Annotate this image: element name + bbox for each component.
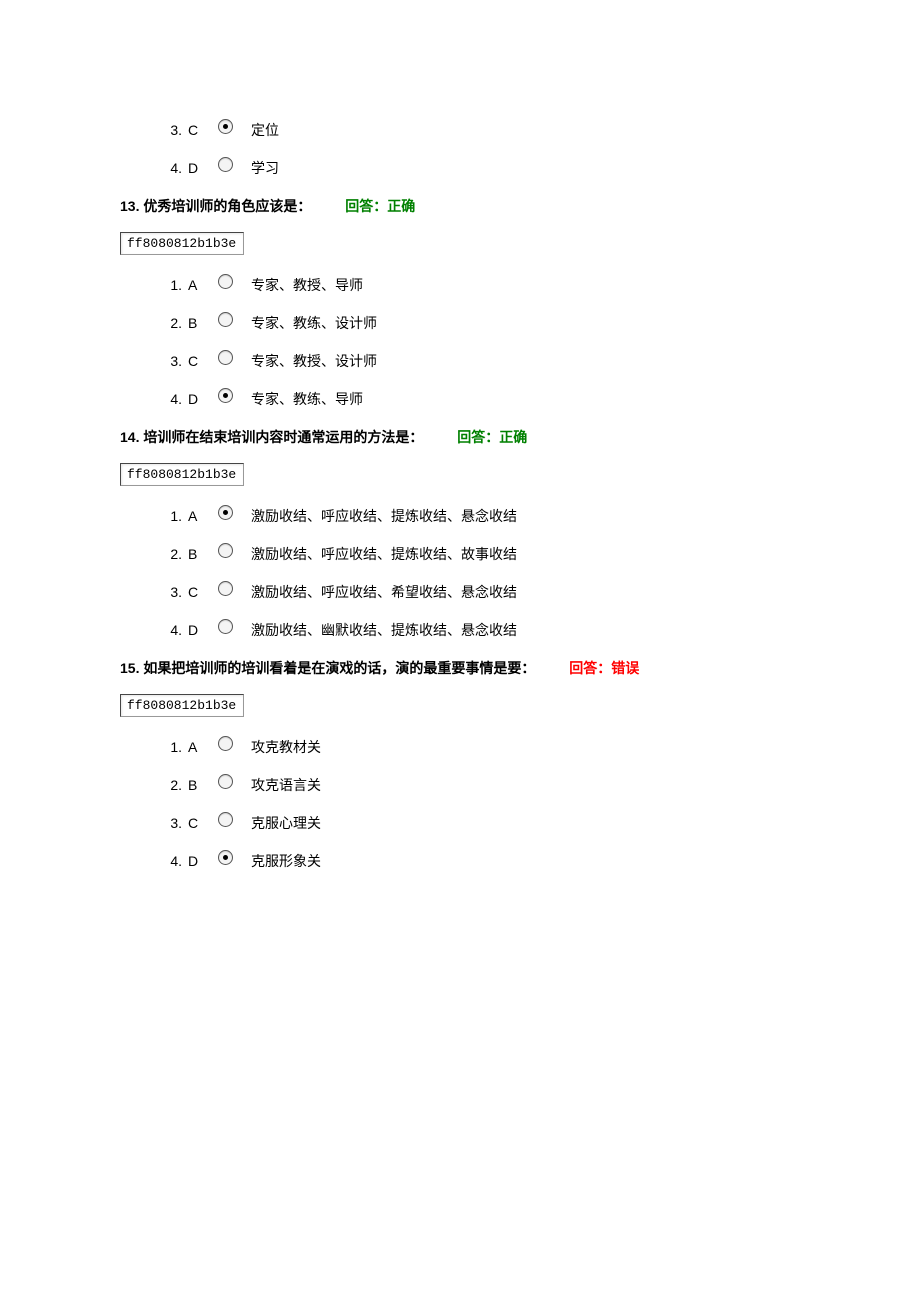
options-container: 1. A 激励收结、呼应收结、提炼收结、悬念收结 2. B 激励收结、呼应收结、… — [0, 506, 920, 640]
option-text: 克服心理关 — [251, 813, 321, 833]
options-container: 1. A 专家、教授、导师 2. B 专家、教练、设计师 3. C 专家、教授、… — [0, 275, 920, 409]
option-row: 1. A 攻克教材关 — [160, 737, 920, 757]
option-text: 定位 — [251, 120, 279, 140]
radio-icon[interactable] — [218, 350, 233, 365]
answer-status: 回答：正确 — [457, 429, 527, 445]
options-container: 1. A 攻克教材关 2. B 攻克语言关 3. C 克服心理关 4. D 克服… — [0, 737, 920, 871]
radio-icon[interactable] — [218, 119, 233, 134]
option-number: 3. — [160, 584, 182, 600]
option-letter: C — [188, 353, 212, 369]
option-letter: A — [188, 277, 212, 293]
option-letter: D — [188, 622, 212, 638]
code-input[interactable]: ff8080812b1b3e — [120, 694, 244, 717]
radio-icon[interactable] — [218, 850, 233, 865]
option-text: 攻克语言关 — [251, 775, 321, 795]
option-number: 2. — [160, 315, 182, 331]
radio-icon[interactable] — [218, 619, 233, 634]
radio-icon[interactable] — [218, 312, 233, 327]
option-row: 1. A 专家、教授、导师 — [160, 275, 920, 295]
question-number: 14. — [120, 429, 139, 445]
option-number: 3. — [160, 353, 182, 369]
option-letter: C — [188, 122, 212, 138]
option-number: 4. — [160, 622, 182, 638]
radio-icon[interactable] — [218, 736, 233, 751]
radio-icon[interactable] — [218, 157, 233, 172]
option-row: 3. C 定位 — [160, 120, 920, 140]
option-letter: A — [188, 508, 212, 524]
option-letter: D — [188, 391, 212, 407]
option-row: 4. D 激励收结、幽默收结、提炼收结、悬念收结 — [160, 620, 920, 640]
option-number: 1. — [160, 277, 182, 293]
option-letter: B — [188, 777, 212, 793]
option-text: 专家、教授、导师 — [251, 275, 363, 295]
option-letter: D — [188, 853, 212, 869]
code-input[interactable]: ff8080812b1b3e — [120, 463, 244, 486]
question-number: 13. — [120, 198, 139, 214]
code-input[interactable]: ff8080812b1b3e — [120, 232, 244, 255]
option-row: 4. D 学习 — [160, 158, 920, 178]
question-title: 13. 优秀培训师的角色应该是： 回答：正确 — [120, 196, 920, 216]
option-number: 4. — [160, 391, 182, 407]
option-text: 激励收结、呼应收结、提炼收结、故事收结 — [251, 544, 517, 564]
option-number: 3. — [160, 122, 182, 138]
option-number: 3. — [160, 815, 182, 831]
option-row: 2. B 激励收结、呼应收结、提炼收结、故事收结 — [160, 544, 920, 564]
answer-status: 回答：正确 — [345, 198, 415, 214]
option-number: 1. — [160, 739, 182, 755]
option-row: 3. C 激励收结、呼应收结、希望收结、悬念收结 — [160, 582, 920, 602]
question-title: 14. 培训师在结束培训内容时通常运用的方法是： 回答：正确 — [120, 427, 920, 447]
answer-status: 回答：错误 — [569, 660, 639, 676]
option-row: 4. D 克服形象关 — [160, 851, 920, 871]
question-text: 如果把培训师的培训看着是在演戏的话，演的最重要事情是要： — [143, 660, 535, 676]
option-text: 激励收结、呼应收结、提炼收结、悬念收结 — [251, 506, 517, 526]
option-number: 2. — [160, 777, 182, 793]
option-letter: C — [188, 584, 212, 600]
option-text: 克服形象关 — [251, 851, 321, 871]
question-number: 15. — [120, 660, 139, 676]
option-number: 4. — [160, 853, 182, 869]
option-number: 1. — [160, 508, 182, 524]
option-number: 2. — [160, 546, 182, 562]
option-letter: B — [188, 315, 212, 331]
option-row: 2. B 专家、教练、设计师 — [160, 313, 920, 333]
option-text: 激励收结、呼应收结、希望收结、悬念收结 — [251, 582, 517, 602]
radio-icon[interactable] — [218, 812, 233, 827]
radio-icon[interactable] — [218, 774, 233, 789]
question-text: 培训师在结束培训内容时通常运用的方法是： — [143, 429, 423, 445]
question-title: 15. 如果把培训师的培训看着是在演戏的话，演的最重要事情是要： 回答：错误 — [120, 658, 920, 678]
question-text: 优秀培训师的角色应该是： — [143, 198, 311, 214]
option-number: 4. — [160, 160, 182, 176]
option-letter: A — [188, 739, 212, 755]
option-text: 攻克教材关 — [251, 737, 321, 757]
option-row: 1. A 激励收结、呼应收结、提炼收结、悬念收结 — [160, 506, 920, 526]
option-text: 学习 — [251, 158, 279, 178]
option-row: 3. C 专家、教授、设计师 — [160, 351, 920, 371]
radio-icon[interactable] — [218, 581, 233, 596]
option-letter: B — [188, 546, 212, 562]
option-row: 2. B 攻克语言关 — [160, 775, 920, 795]
option-text: 激励收结、幽默收结、提炼收结、悬念收结 — [251, 620, 517, 640]
radio-icon[interactable] — [218, 274, 233, 289]
radio-icon[interactable] — [218, 388, 233, 403]
option-text: 专家、教练、导师 — [251, 389, 363, 409]
option-letter: D — [188, 160, 212, 176]
option-letter: C — [188, 815, 212, 831]
option-text: 专家、教练、设计师 — [251, 313, 377, 333]
radio-icon[interactable] — [218, 543, 233, 558]
option-text: 专家、教授、设计师 — [251, 351, 377, 371]
option-row: 3. C 克服心理关 — [160, 813, 920, 833]
page-content: 3. C 定位 4. D 学习 13. 优秀培训师的角色应该是： 回答：正确 f… — [0, 0, 920, 871]
radio-icon[interactable] — [218, 505, 233, 520]
option-row: 4. D 专家、教练、导师 — [160, 389, 920, 409]
